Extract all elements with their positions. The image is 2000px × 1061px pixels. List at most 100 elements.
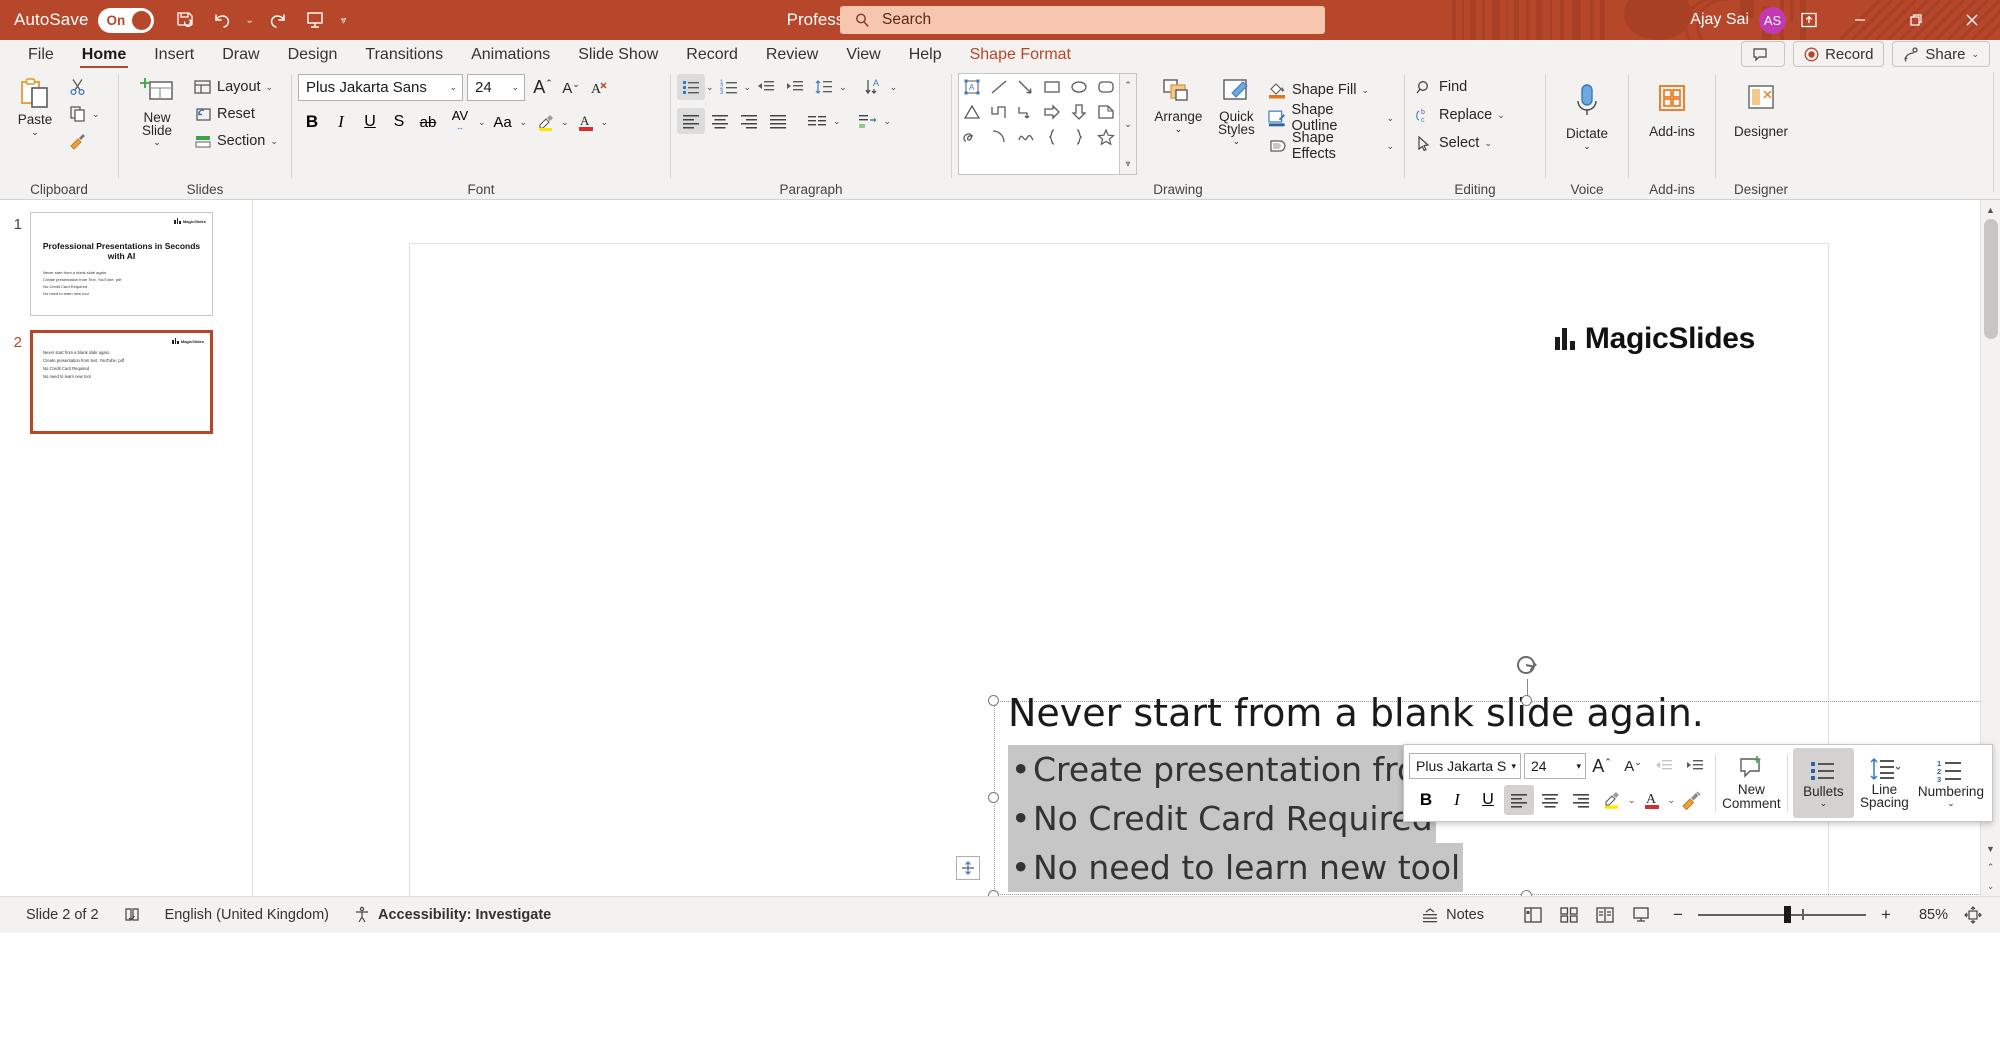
copy-button[interactable] (64, 101, 92, 127)
slide-show-button[interactable] (1624, 901, 1658, 929)
format-painter-button[interactable] (64, 128, 92, 154)
share-dropdown-icon[interactable]: ⌄ (1971, 49, 1979, 60)
shape-elbow-arrow-icon[interactable] (1012, 99, 1039, 124)
resize-handle-middle-left[interactable] (988, 792, 999, 803)
change-case-button[interactable]: Aa (487, 109, 519, 135)
restore-button[interactable] (1888, 0, 1944, 40)
shape-effects-dropdown-icon[interactable]: ⌄ (1386, 141, 1394, 152)
zoom-slider-thumb[interactable] (1784, 906, 1791, 924)
shape-fill-dropdown-icon[interactable]: ⌄ (1361, 85, 1369, 96)
align-right-button[interactable] (735, 108, 763, 134)
zoom-out-button[interactable]: − (1668, 905, 1688, 925)
shape-arrow-icon[interactable] (1012, 74, 1039, 99)
slide-counter[interactable]: Slide 2 of 2 (14, 901, 111, 929)
minimize-button[interactable] (1832, 0, 1888, 40)
shape-outline-button[interactable]: Shape Outline ⌄ (1263, 102, 1398, 134)
shapes-scroll-down-icon[interactable]: ⌄ (1120, 113, 1136, 135)
bullets-dropdown-icon[interactable]: ⌄ (706, 82, 714, 93)
normal-view-button[interactable] (1516, 901, 1550, 929)
mini-increase-indent-button[interactable] (1680, 751, 1710, 781)
comments-button[interactable] (1741, 41, 1786, 67)
mini-decrease-indent-button[interactable] (1649, 751, 1679, 781)
font-color-button[interactable]: A (572, 109, 600, 135)
font-name-input[interactable]: Plus Jakarta Sans ⌄ (298, 74, 463, 101)
tab-home[interactable]: Home (68, 42, 140, 69)
clear-formatting-button[interactable]: A (585, 75, 613, 101)
text-highlight-button[interactable] (532, 109, 560, 135)
text-shadow-button[interactable]: S (385, 109, 413, 135)
text-highlight-dropdown-icon[interactable]: ⌄ (561, 117, 569, 128)
avatar[interactable]: AS (1759, 6, 1786, 34)
paste-dropdown-icon[interactable]: ⌄ (31, 128, 39, 137)
text-direction-dropdown-icon[interactable]: ⌄ (890, 82, 898, 93)
font-size-input[interactable]: 24 ⌄ (467, 74, 525, 101)
line-spacing-dropdown-icon[interactable]: ⌄ (839, 82, 847, 93)
undo-icon[interactable] (204, 4, 238, 36)
shapes-scroll-up-icon[interactable]: ⌃ (1120, 74, 1136, 96)
scroll-up-icon[interactable]: ▲ (1981, 200, 2000, 219)
shape-rounded-rectangle-icon[interactable] (1092, 74, 1119, 99)
find-button[interactable]: Find (1411, 74, 1471, 100)
tab-review[interactable]: Review (752, 42, 832, 68)
tab-file[interactable]: File (14, 42, 68, 68)
character-spacing-button[interactable]: AV ↔ (443, 109, 477, 135)
bullets-button[interactable] (677, 74, 705, 100)
font-color-dropdown-icon[interactable]: ⌄ (601, 117, 609, 128)
slide-thumbnail-pane[interactable]: 1 MagicSlides Professional Presentations… (0, 200, 253, 896)
scrollbar-thumb[interactable] (1983, 219, 1998, 339)
shape-folded-corner-icon[interactable] (1092, 99, 1119, 124)
mini-decrease-font-size-button[interactable]: A⌄ (1618, 751, 1648, 781)
accessibility-button[interactable]: Accessibility: Investigate (341, 901, 563, 929)
resize-handle-top-left[interactable] (988, 695, 999, 706)
copy-dropdown-icon[interactable]: ⌄ (92, 109, 100, 120)
shapes-gallery[interactable]: A (958, 73, 1121, 175)
rotation-handle[interactable] (1514, 653, 1540, 703)
columns-button[interactable] (802, 108, 832, 134)
mini-numbering-button[interactable]: 1 2 3 Numbering ⌄ (1915, 748, 1987, 818)
justify-button[interactable] (764, 108, 792, 134)
tab-animations[interactable]: Animations (457, 42, 564, 68)
autofit-options-button[interactable] (956, 856, 980, 880)
slide-bullet-3[interactable]: •No need to learn new tool (1008, 843, 1464, 892)
spellcheck-button[interactable] (111, 901, 153, 929)
columns-dropdown-icon[interactable]: ⌄ (833, 116, 841, 127)
mini-text-highlight-button[interactable] (1597, 785, 1627, 815)
tab-view[interactable]: View (832, 42, 894, 68)
notes-button[interactable]: Notes (1409, 901, 1496, 929)
mini-bullets-button[interactable]: Bullets ⌄ (1792, 748, 1854, 818)
ribbon-display-options-icon[interactable] (1786, 0, 1832, 40)
dictate-button[interactable]: Dictate ⌄ (1552, 78, 1622, 151)
arrange-dropdown-icon[interactable]: ⌄ (1175, 125, 1183, 134)
dictate-dropdown-icon[interactable]: ⌄ (1583, 142, 1591, 151)
font-size-dropdown-icon[interactable]: ⌄ (511, 82, 519, 93)
select-dropdown-icon[interactable]: ⌄ (1484, 138, 1492, 149)
numbering-dropdown-icon[interactable]: ⌄ (744, 82, 752, 93)
save-icon[interactable] (168, 4, 202, 36)
quick-styles-dropdown-icon[interactable]: ⌄ (1233, 137, 1241, 146)
mini-bold-button[interactable]: B (1411, 785, 1441, 815)
mini-format-painter-button[interactable] (1676, 785, 1706, 815)
fit-to-window-button[interactable] (1956, 901, 1990, 929)
new-slide-dropdown-icon[interactable]: ⌄ (153, 138, 161, 147)
replace-button[interactable]: bc Replace ⌄ (1411, 102, 1509, 128)
language-button[interactable]: English (United Kingdom) (153, 901, 341, 929)
cut-button[interactable] (64, 74, 92, 100)
italic-button[interactable]: I (327, 109, 355, 135)
layout-dropdown-icon[interactable]: ⌄ (266, 82, 274, 93)
shapes-gallery-scrollbar[interactable]: ⌃ ⌄ ⩔ (1120, 73, 1137, 175)
mini-font-size-dropdown-icon[interactable]: ▾ (1576, 761, 1581, 772)
mini-numbering-dropdown-icon[interactable]: ⌄ (1947, 798, 1955, 808)
zoom-value[interactable]: 85% (1906, 907, 1948, 923)
shape-right-brace-icon[interactable] (1066, 124, 1093, 149)
slide-title-text[interactable]: Never start from a blank slide again. (1008, 691, 1704, 735)
section-button[interactable]: Section ⌄ (189, 128, 282, 154)
mini-align-left-button[interactable] (1504, 785, 1534, 815)
shape-oval-icon[interactable] (1066, 74, 1093, 99)
shape-right-arrow-icon[interactable] (1039, 99, 1066, 124)
mini-font-color-button[interactable]: A (1637, 785, 1667, 815)
tab-shape-format[interactable]: Shape Format (956, 42, 1085, 68)
line-spacing-button[interactable] (810, 74, 838, 100)
convert-to-smartart-dropdown-icon[interactable]: ⌄ (884, 116, 892, 127)
strikethrough-button[interactable]: ab (414, 109, 442, 135)
increase-font-size-button[interactable]: A⌃ (529, 75, 557, 101)
